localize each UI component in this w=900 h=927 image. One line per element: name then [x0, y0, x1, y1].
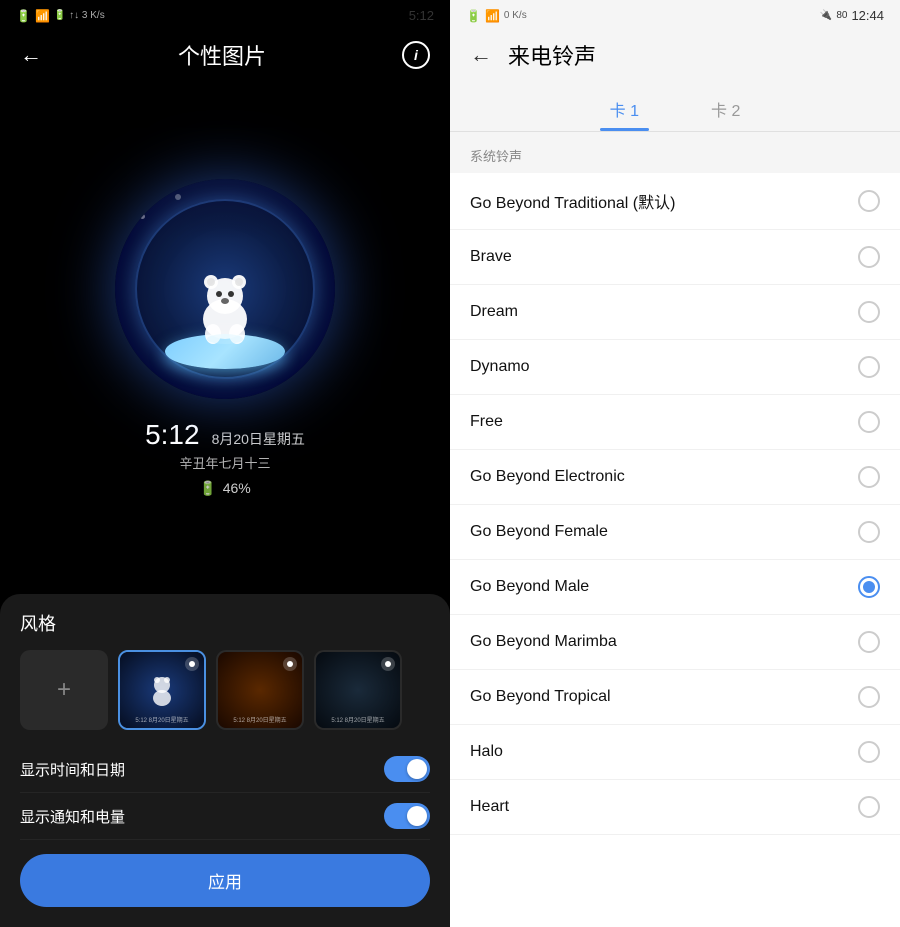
clock-date: 8月20日星期五 [212, 429, 305, 449]
clock-area: 5:12 8月20日星期五 辛丑年七月十三 🔋 46% [145, 419, 305, 497]
radio-btn-5[interactable] [858, 466, 880, 488]
ringtone-item-11[interactable]: Heart [450, 780, 900, 835]
radio-btn-8[interactable] [858, 631, 880, 653]
tab-card-2[interactable]: 卡 2 [695, 91, 756, 131]
radio-btn-4[interactable] [858, 411, 880, 433]
left-page-title: 个性图片 [178, 39, 266, 71]
ringtone-item-9[interactable]: Go Beyond Tropical [450, 670, 900, 725]
tab-card-1[interactable]: 卡 1 [594, 91, 655, 131]
ringtone-list: Go Beyond Traditional (默认) Brave Dream D… [450, 173, 900, 927]
clock-time: 5:12 [145, 419, 200, 451]
thumb-selected-dot-1 [185, 657, 199, 671]
right-status-left: 🔋 📶 0 K/s [466, 9, 527, 23]
bear-circle-bg [115, 179, 335, 399]
ringtone-item-6[interactable]: Go Beyond Female [450, 505, 900, 560]
left-status-time: 5:12 [409, 8, 434, 23]
toggle-show-time: 显示时间和日期 [20, 746, 430, 793]
bottom-panel: 风格 + 5:12 8月20日星期五 [0, 594, 450, 927]
toggle-notification-label: 显示通知和电量 [20, 806, 125, 827]
left-status-left: 🔋 📶 🔋 ↑↓ 3 K/s [16, 9, 105, 23]
style-thumb-2[interactable]: 5:12 8月20日星期五 [216, 650, 304, 730]
bear-svg [185, 254, 265, 344]
radio-btn-1[interactable] [858, 246, 880, 268]
radio-btn-2[interactable] [858, 301, 880, 323]
ringtone-item-0[interactable]: Go Beyond Traditional (默认) [450, 173, 900, 230]
right-time: 12:44 [851, 8, 884, 23]
right-page-title: 来电铃声 [508, 39, 596, 71]
style-thumb-3[interactable]: 5:12 8月20日星期五 [314, 650, 402, 730]
style-section-label: 风格 [20, 610, 430, 636]
star3 [175, 194, 181, 200]
right-back-button[interactable]: ← [470, 42, 492, 68]
bear-illustration [115, 179, 335, 399]
clock-lunar: 辛丑年七月十三 [145, 453, 305, 472]
toggle-show-notification: 显示通知和电量 [20, 793, 430, 840]
ringtone-item-3[interactable]: Dynamo [450, 340, 900, 395]
wallpaper-preview: 5:12 8月20日星期五 辛丑年七月十三 🔋 46% [0, 83, 450, 594]
left-header: ← 个性图片 i [0, 31, 450, 83]
battery-percentage: 46% [223, 480, 251, 496]
ringtone-item-4[interactable]: Free [450, 395, 900, 450]
battery-pct-right: 80 [836, 10, 847, 21]
radio-btn-0[interactable] [858, 190, 880, 212]
right-header: ← 来电铃声 [450, 31, 900, 83]
ringtone-item-8[interactable]: Go Beyond Marimba [450, 615, 900, 670]
radio-btn-9[interactable] [858, 686, 880, 708]
toggle-notification-switch[interactable] [384, 803, 430, 829]
section-label-system: 系统铃声 [450, 132, 900, 173]
right-panel: 🔋 📶 0 K/s 🔌 80 12:44 ← 来电铃声 卡 1 卡 2 系统铃声… [450, 0, 900, 927]
speed-text-right: 0 K/s [504, 10, 527, 21]
wifi-icon-right: 📶 [485, 9, 500, 23]
ringtone-item-10[interactable]: Halo [450, 725, 900, 780]
radio-btn-11[interactable] [858, 796, 880, 818]
radio-btn-6[interactable] [858, 521, 880, 543]
radio-btn-3[interactable] [858, 356, 880, 378]
signal-icon-left: 📶 [35, 9, 50, 23]
style-thumbnails: + 5:12 8月20日星期五 [20, 650, 430, 730]
ringtone-item-5[interactable]: Go Beyond Electronic [450, 450, 900, 505]
star2 [140, 214, 145, 219]
right-status-bar: 🔋 📶 0 K/s 🔌 80 12:44 [450, 0, 900, 31]
left-panel: 🔋 📶 🔋 ↑↓ 3 K/s 5:12 ← 个性图片 i [0, 0, 450, 927]
plus-icon: + [57, 676, 71, 704]
toggle-time-label: 显示时间和日期 [20, 759, 125, 780]
left-back-button[interactable]: ← [20, 42, 42, 68]
charge-icon: 🔌 [820, 10, 832, 21]
thumb-dot-2 [283, 657, 297, 671]
style-thumb-1[interactable]: 5:12 8月20日星期五 [118, 650, 206, 730]
battery-icon-right: 🔋 [466, 9, 481, 23]
add-style-button[interactable]: + [20, 650, 108, 730]
battery-indicator: 🔋 [199, 480, 216, 497]
thumb-bear-icon [147, 673, 177, 708]
toggle-time-switch[interactable] [384, 756, 430, 782]
radio-btn-7[interactable] [858, 576, 880, 598]
tabs-bar: 卡 1 卡 2 [450, 83, 900, 132]
ringtone-item-2[interactable]: Dream [450, 285, 900, 340]
ringtone-item-1[interactable]: Brave [450, 230, 900, 285]
star1 [297, 199, 305, 207]
thumb-dot-3 [381, 657, 395, 671]
info-button[interactable]: i [402, 41, 430, 69]
speed-text: 🔋 ↑↓ 3 K/s [54, 10, 105, 21]
apply-button[interactable]: 应用 [20, 854, 430, 907]
ringtone-item-7[interactable]: Go Beyond Male [450, 560, 900, 615]
right-status-time: 🔌 80 12:44 [820, 8, 884, 23]
radio-btn-10[interactable] [858, 741, 880, 763]
battery-icon-left: 🔋 [16, 9, 31, 23]
left-status-bar: 🔋 📶 🔋 ↑↓ 3 K/s 5:12 [0, 0, 450, 31]
